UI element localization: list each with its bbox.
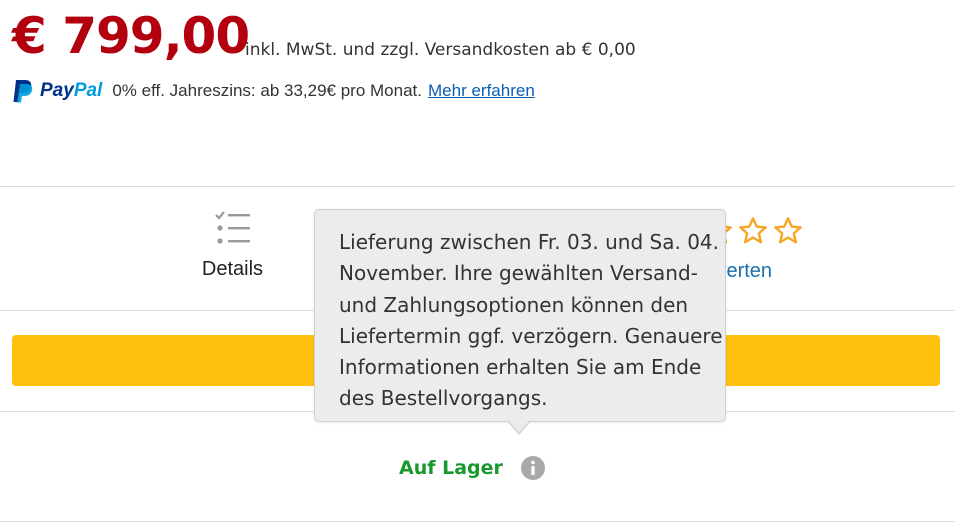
tooltip-line: Liefertermin ggf. verzögern. Genauere	[339, 323, 723, 348]
financing-text: 0% eff. Jahreszins: ab 33,29€ pro Monat.	[112, 81, 422, 100]
tooltip-line: Informationen erhalten Sie am Ende	[339, 355, 702, 380]
tooltip-line: November. Ihre gewählten Versand-	[339, 261, 698, 286]
paypal-wordmark: PayPal	[40, 80, 103, 101]
tooltip-line: Lieferung zwischen Fr. 03. und Sa. 04.	[339, 230, 720, 254]
stock-status: Auf Lager	[399, 456, 545, 480]
product-price: € 799,00	[12, 7, 250, 65]
learn-more-link[interactable]: Mehr erfahren	[428, 81, 535, 101]
paypal-logo-icon	[13, 80, 33, 103]
tax-shipping-note: inkl. MwSt. und zzgl. Versandkosten ab €…	[245, 40, 636, 60]
details-label: Details	[201, 258, 264, 280]
star-outline-icon[interactable]	[772, 215, 804, 247]
delivery-info-tooltip: Lieferung zwischen Fr. 03. und Sa. 04. N…	[314, 209, 726, 422]
paypal-financing-row: PayPal 0% eff. Jahreszins: ab 33,29€ pro…	[12, 78, 535, 104]
tooltip-text: Lieferung zwischen Fr. 03. und Sa. 04. N…	[339, 227, 725, 415]
details-button[interactable]: Details	[190, 208, 275, 281]
tooltip-arrow	[507, 420, 531, 435]
divider-top	[0, 186, 955, 187]
tooltip-line: des Bestellvorgangs.	[339, 386, 548, 411]
checklist-icon	[214, 211, 250, 244]
divider-bottom	[0, 521, 955, 522]
star-outline-icon[interactable]	[737, 215, 769, 247]
stock-label: Auf Lager	[399, 457, 503, 479]
tooltip-line: und Zahlungsoptionen können den	[339, 292, 689, 317]
info-icon[interactable]	[520, 456, 545, 480]
